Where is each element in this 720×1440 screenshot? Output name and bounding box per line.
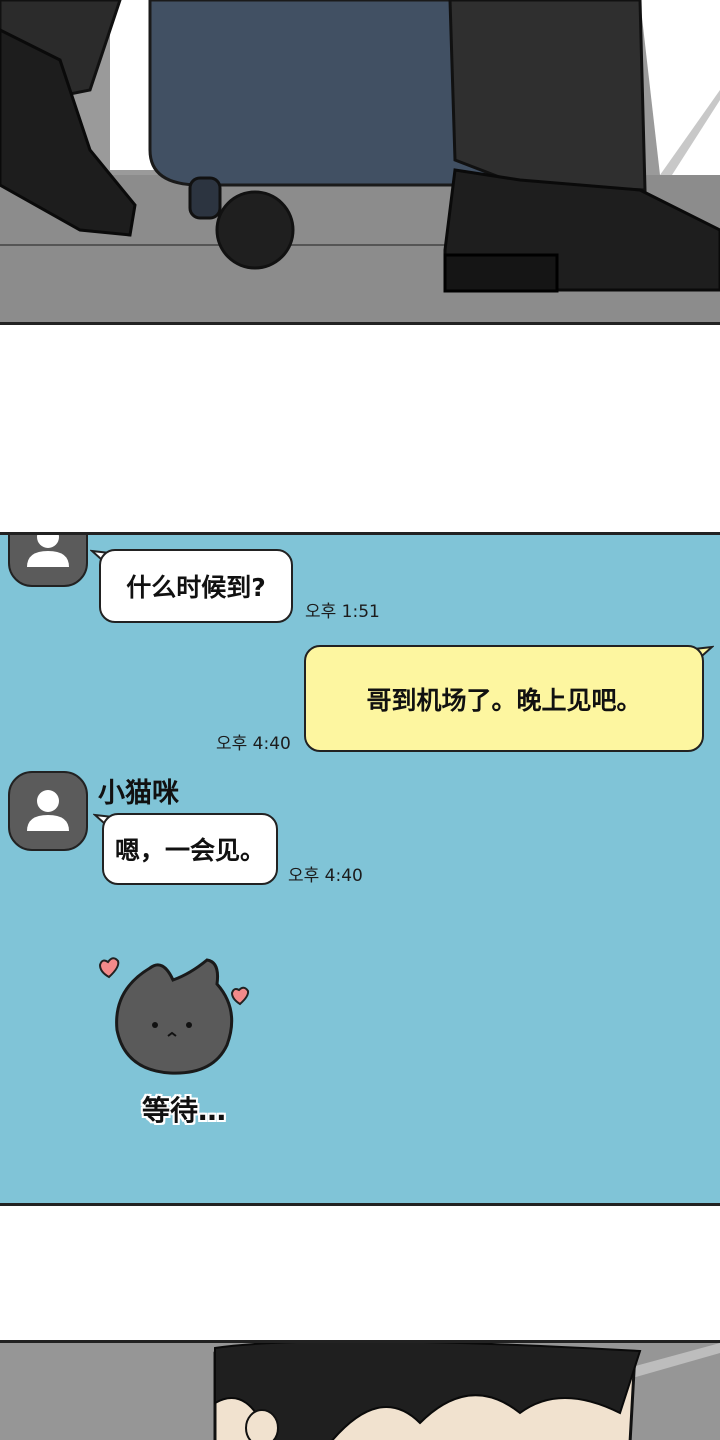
comic-panel-face xyxy=(0,1340,720,1440)
heart-icon xyxy=(230,986,250,1006)
avatar xyxy=(8,771,88,851)
comic-panel-airport-feet xyxy=(0,0,720,325)
message-time: 오후 4:40 xyxy=(216,734,291,754)
message-bubble: 什么时候到? xyxy=(99,549,293,623)
heart-icon xyxy=(98,957,120,979)
user-avatar-icon xyxy=(27,535,69,567)
user-avatar-icon xyxy=(27,790,69,831)
avatar xyxy=(8,535,88,587)
comic-panel-chat: 什么时候到? 오후 1:51 哥到机场了。晚上见吧。 오후 4:40 小猫咪 嗯… xyxy=(0,532,720,1206)
feet-suitcase-illustration xyxy=(0,0,720,322)
cat-sticker-icon xyxy=(98,957,250,1075)
message-time: 오후 4:40 xyxy=(288,866,363,886)
message-bubble: 哥到机场了。晚上见吧。 xyxy=(304,645,704,752)
character-head-illustration xyxy=(0,1343,720,1440)
sender-name: 小猫咪 xyxy=(98,778,179,809)
sticker-caption: 等待… xyxy=(142,1094,227,1127)
message-time: 오후 1:51 xyxy=(305,602,380,622)
message-bubble: 嗯，一会见。 xyxy=(102,813,278,885)
